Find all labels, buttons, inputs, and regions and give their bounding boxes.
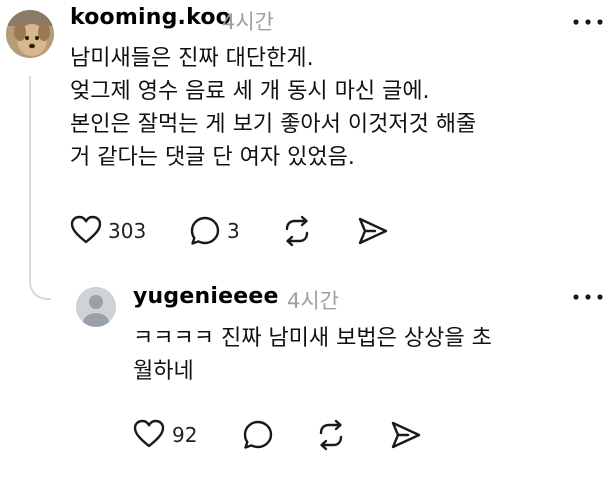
reply-text: ㅋㅋㅋㅋ 진짜 남미새 보법은 상상을 초 월하네 [133, 326, 492, 384]
more-icon[interactable] [571, 292, 605, 302]
heart-icon [133, 419, 165, 448]
reply-username[interactable]: yugenieeee [133, 284, 279, 309]
reply-time: 4시간 [287, 289, 340, 313]
repost-button[interactable] [282, 215, 312, 247]
post-text: 남미새들은 진짜 대단한게. 엊그제 영수 음료 세 개 동시 마신 글에. 본… [70, 46, 477, 170]
thread-line [29, 76, 51, 300]
post-username[interactable]: kooming.koo [70, 5, 231, 30]
like-button[interactable] [70, 215, 102, 245]
heart-icon [70, 215, 102, 244]
repost-button[interactable] [316, 419, 346, 451]
share-button[interactable] [357, 216, 389, 246]
share-icon [358, 217, 388, 245]
comment-button[interactable] [242, 419, 274, 451]
comment-icon [190, 216, 220, 245]
avatar[interactable] [6, 10, 54, 58]
more-icon[interactable] [571, 17, 605, 27]
repost-icon [319, 419, 343, 451]
avatar[interactable] [76, 287, 116, 327]
repost-icon [285, 215, 309, 247]
post-time: 4시간 [222, 10, 275, 34]
comment-button[interactable] [189, 215, 221, 247]
like-count: 303 [108, 219, 147, 243]
like-button[interactable] [133, 419, 165, 449]
share-icon [391, 421, 421, 449]
reply-count: 3 [227, 219, 240, 243]
share-button[interactable] [390, 420, 422, 450]
comment-icon [243, 420, 273, 449]
like-count: 92 [172, 423, 198, 447]
